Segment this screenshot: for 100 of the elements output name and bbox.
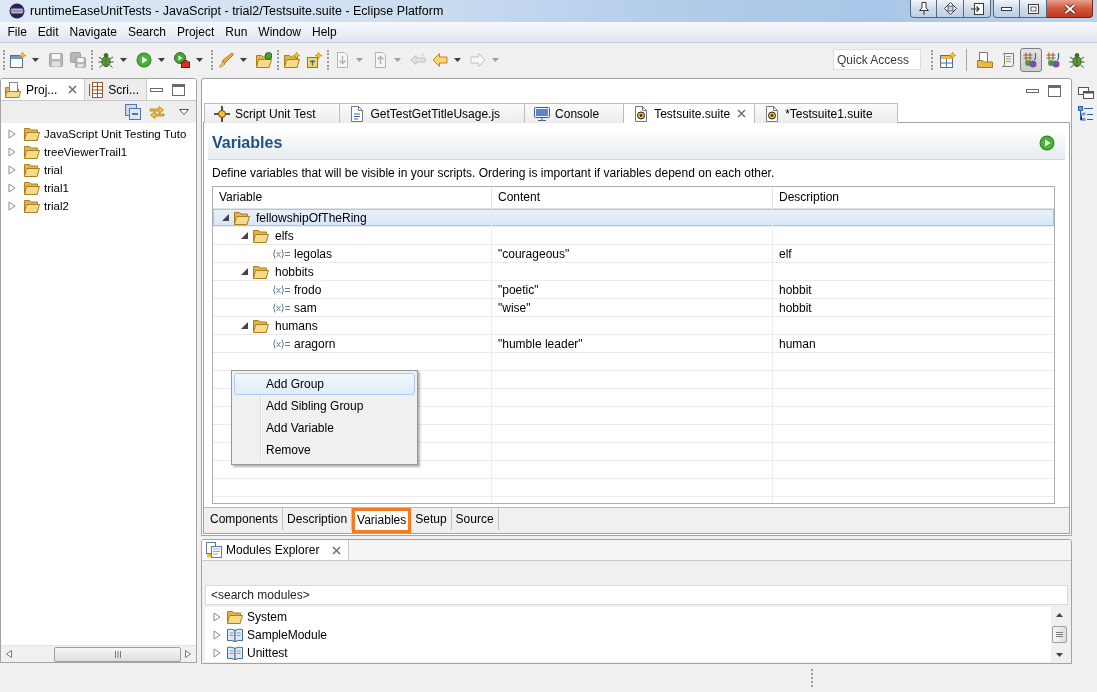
page-tab[interactable]: Source [451, 508, 499, 530]
menu-item[interactable]: File [2, 22, 33, 42]
menu-item[interactable]: Run [219, 22, 253, 42]
scrollbar[interactable] [1, 645, 196, 662]
menu-item[interactable]: Add Sibling Group [234, 395, 415, 417]
caret-icon [394, 57, 401, 62]
variable-content: "wise" [498, 300, 531, 315]
search-field[interactable]: <search modules> [205, 585, 1068, 605]
view-menu-button[interactable] [177, 107, 191, 117]
tree-row[interactable]: sam "wise" hobbit [213, 299, 1054, 317]
tree-list-button[interactable] [1076, 104, 1096, 124]
tree-row[interactable]: elfs [213, 227, 1054, 245]
beads-grid-icon [1023, 51, 1039, 68]
folder-icon [24, 199, 40, 213]
tree-item[interactable]: System [227, 608, 288, 626]
menu-item[interactable]: Add Variable [234, 417, 415, 439]
editor-tab[interactable]: *Testsuite1.suite [755, 103, 898, 123]
arrow-box-icon [970, 2, 984, 15]
monitor-icon [534, 105, 551, 122]
page-tab[interactable]: Setup [411, 508, 452, 530]
arrow-up-icon [1056, 613, 1063, 617]
column-header[interactable]: Variable [213, 187, 492, 208]
tree-item[interactable]: trial [24, 161, 64, 179]
menu-item[interactable]: Remove [234, 439, 415, 461]
menu-item[interactable]: Navigate [64, 22, 123, 42]
variable-name: aragorn [294, 336, 336, 351]
tree-item[interactable]: SampleModule [227, 626, 329, 644]
maximize-button[interactable] [1020, 0, 1047, 18]
variable-content: "poetic" [498, 282, 539, 297]
page-arrow-up-icon [372, 51, 388, 68]
maximize-icon [172, 83, 185, 96]
editor-tab[interactable]: Testsuite.suite [624, 103, 756, 123]
column-header[interactable]: Content [492, 187, 773, 208]
triangle-icon[interactable] [241, 322, 248, 329]
variable-icon [272, 302, 290, 313]
tree-row[interactable]: hobbits [213, 263, 1054, 281]
tree-row[interactable]: humans [213, 317, 1054, 335]
arrow-left-icon [432, 51, 448, 68]
group-name: hobbits [275, 264, 314, 279]
menu-item[interactable]: Help [306, 22, 343, 42]
editor-tab[interactable]: Console [525, 103, 625, 123]
page-tab[interactable]: Components [206, 508, 284, 530]
scrollbar[interactable] [1051, 607, 1068, 662]
tree-row[interactable]: legolas "courageous" elf [213, 245, 1054, 263]
minimize-button[interactable] [148, 85, 165, 94]
section-title: Variables [212, 134, 283, 152]
menu-item[interactable]: Window [252, 22, 307, 42]
pin-icon [918, 2, 929, 15]
tree-item[interactable]: JavaScript Unit Testing Tuto [24, 125, 188, 143]
pin-button[interactable] [910, 0, 937, 18]
column-header[interactable]: Description [773, 187, 1054, 208]
quick-access-field[interactable]: Quick Access [833, 49, 921, 70]
tree-row[interactable]: aragorn "humble leader" human [213, 335, 1054, 353]
variable-name: sam [294, 300, 317, 315]
arrow-right-icon [185, 650, 191, 658]
menu-item[interactable]: Search [122, 22, 172, 42]
collapse-all-button[interactable] [123, 102, 143, 122]
arrow-box-button[interactable] [964, 0, 991, 18]
tree-item[interactable]: Unittest [227, 644, 289, 662]
menu-item[interactable]: Edit [32, 22, 65, 42]
section-description: Define variables that will be visible in your scripts. Ordering is important if variables depend on each other. [212, 166, 776, 181]
marker-icon [218, 51, 234, 68]
view-tab[interactable]: Modules Explorer [202, 540, 350, 560]
view-tab[interactable]: Proj... [1, 79, 86, 100]
tree-row[interactable]: frodo "poetic" hobbit [213, 281, 1054, 299]
link-button[interactable] [147, 103, 167, 121]
tree-item[interactable]: trial2 [24, 197, 70, 215]
arrow-star-icon [410, 51, 426, 68]
menu-item[interactable]: Add Group [234, 373, 415, 395]
folder-icon [24, 181, 40, 195]
minimize-button[interactable] [1024, 87, 1041, 95]
grip-lines-icon [113, 650, 122, 658]
triangle-down-icon [179, 109, 189, 115]
triangle-icon[interactable] [241, 268, 248, 275]
perspective-button[interactable] [1020, 47, 1042, 72]
scroll-thumb[interactable] [1052, 626, 1067, 643]
tree-item[interactable]: trial1 [24, 179, 70, 197]
pages-icon [206, 542, 222, 558]
close-button[interactable] [1047, 0, 1093, 18]
close-icon [68, 85, 78, 94]
scroll-thumb[interactable] [54, 646, 181, 662]
triangle-icon[interactable] [241, 232, 248, 239]
floppy-disks-icon [70, 51, 86, 68]
page-tab[interactable]: Variables [352, 508, 412, 533]
editor-tab[interactable]: Script Unit Test [204, 103, 341, 123]
folder-sparkle-icon [284, 51, 300, 68]
menu-item[interactable]: Project [171, 22, 220, 42]
maximize-button[interactable] [170, 81, 187, 98]
move-button[interactable] [937, 0, 964, 18]
view-tab[interactable]: Scri... [85, 79, 147, 100]
run-button[interactable] [1037, 133, 1057, 153]
tree-row[interactable]: fellowshipOfTheRing [213, 209, 1054, 227]
triangle-icon[interactable] [222, 214, 229, 221]
editor-tab[interactable]: GetTestGetTitleUsage.js [340, 103, 526, 123]
maximize-button[interactable] [1046, 83, 1063, 99]
collapse-all-icon [125, 104, 141, 120]
variable-description: elf [779, 246, 792, 261]
tree-item[interactable]: treeViewerTrail1 [24, 143, 129, 161]
arrow-right-icon [470, 51, 486, 68]
minimize-button[interactable] [993, 0, 1020, 18]
